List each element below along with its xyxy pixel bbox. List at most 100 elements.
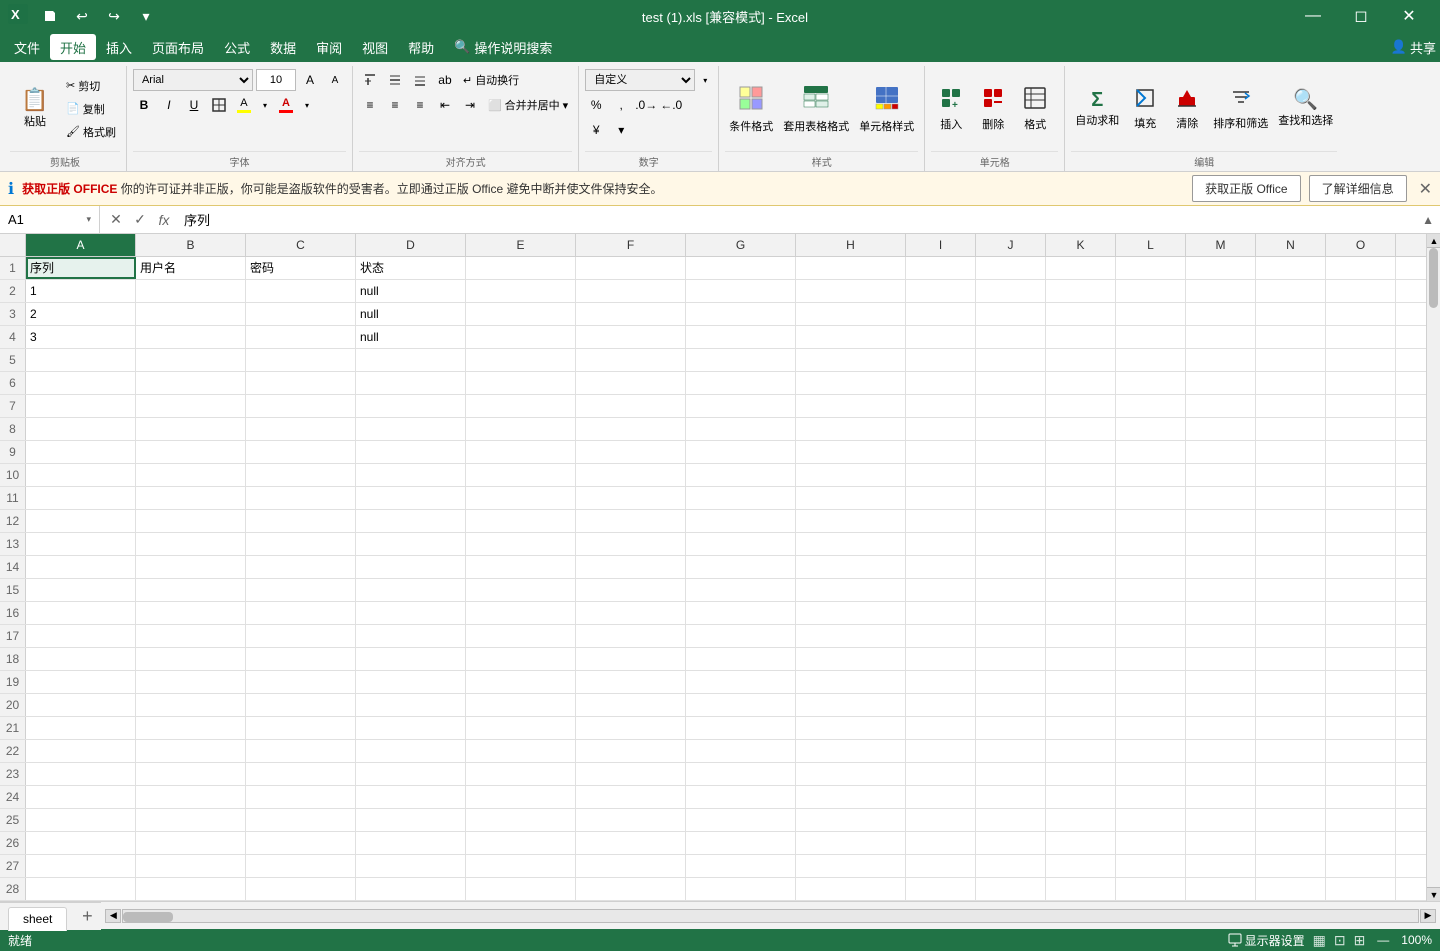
cell-M21[interactable] (1186, 717, 1256, 739)
cell-N8[interactable] (1256, 418, 1326, 440)
cell-M28[interactable] (1186, 878, 1256, 900)
cell-N15[interactable] (1256, 579, 1326, 601)
cell-D26[interactable] (356, 832, 466, 854)
cell-C10[interactable] (246, 464, 356, 486)
cell-N14[interactable] (1256, 556, 1326, 578)
cell-G14[interactable] (686, 556, 796, 578)
merge-center-btn[interactable]: ⬜ 合并并居中 ▾ (484, 94, 572, 116)
col-header-F[interactable]: F (576, 234, 686, 256)
cell-E4[interactable] (466, 326, 576, 348)
cell-A6[interactable] (26, 372, 136, 394)
cell-B9[interactable] (136, 441, 246, 463)
cell-A16[interactable] (26, 602, 136, 624)
cell-C9[interactable] (246, 441, 356, 463)
cell-M6[interactable] (1186, 372, 1256, 394)
cell-M8[interactable] (1186, 418, 1256, 440)
row-number[interactable]: 24 (0, 786, 26, 808)
wrap-text-btn[interactable]: ↵ 自动换行 (459, 69, 523, 91)
cell-G5[interactable] (686, 349, 796, 371)
cell-J13[interactable] (976, 533, 1046, 555)
row-number[interactable]: 6 (0, 372, 26, 394)
row-number[interactable]: 19 (0, 671, 26, 693)
cell-G22[interactable] (686, 740, 796, 762)
cell-ref-dropdown[interactable]: ▾ (86, 214, 91, 225)
cell-A20[interactable] (26, 694, 136, 716)
notification-close-btn[interactable]: ✕ (1419, 179, 1432, 199)
cell-H12[interactable] (796, 510, 906, 532)
cell-M27[interactable] (1186, 855, 1256, 877)
col-header-L[interactable]: L (1116, 234, 1186, 256)
minimize-btn[interactable]: — (1290, 0, 1336, 32)
cell-O9[interactable] (1326, 441, 1396, 463)
cell-I1[interactable] (906, 257, 976, 279)
row-number[interactable]: 21 (0, 717, 26, 739)
cell-I9[interactable] (906, 441, 976, 463)
row-number[interactable]: 15 (0, 579, 26, 601)
cell-M26[interactable] (1186, 832, 1256, 854)
row-number[interactable]: 28 (0, 878, 26, 900)
cell-F20[interactable] (576, 694, 686, 716)
cell-H11[interactable] (796, 487, 906, 509)
border-btn[interactable] (208, 94, 230, 116)
cell-J12[interactable] (976, 510, 1046, 532)
cell-L26[interactable] (1116, 832, 1186, 854)
cell-I7[interactable] (906, 395, 976, 417)
cell-O11[interactable] (1326, 487, 1396, 509)
cell-M11[interactable] (1186, 487, 1256, 509)
cut-btn[interactable]: ✂ 剪切 (62, 75, 120, 97)
cell-A22[interactable] (26, 740, 136, 762)
cell-M13[interactable] (1186, 533, 1256, 555)
cell-K28[interactable] (1046, 878, 1116, 900)
menu-item-help[interactable]: 帮助 (398, 34, 444, 60)
cell-F4[interactable] (576, 326, 686, 348)
cell-I4[interactable] (906, 326, 976, 348)
cell-K7[interactable] (1046, 395, 1116, 417)
cell-M22[interactable] (1186, 740, 1256, 762)
cell-B5[interactable] (136, 349, 246, 371)
cell-K14[interactable] (1046, 556, 1116, 578)
cell-B11[interactable] (136, 487, 246, 509)
cell-H3[interactable] (796, 303, 906, 325)
row-number[interactable]: 1 (0, 257, 26, 279)
cell-G1[interactable] (686, 257, 796, 279)
cell-B3[interactable] (136, 303, 246, 325)
cell-F27[interactable] (576, 855, 686, 877)
cell-L24[interactable] (1116, 786, 1186, 808)
cell-I21[interactable] (906, 717, 976, 739)
align-top-btn[interactable] (359, 69, 381, 91)
get-office-btn[interactable]: 获取正版 Office (1192, 175, 1300, 202)
cell-J11[interactable] (976, 487, 1046, 509)
cell-C20[interactable] (246, 694, 356, 716)
row-number[interactable]: 12 (0, 510, 26, 532)
cell-J7[interactable] (976, 395, 1046, 417)
clear-btn[interactable]: 清除 (1167, 79, 1207, 139)
cell-O6[interactable] (1326, 372, 1396, 394)
formula-cancel-btn[interactable]: ✕ (106, 211, 126, 228)
row-number[interactable]: 13 (0, 533, 26, 555)
cell-A27[interactable] (26, 855, 136, 877)
format-cells-btn[interactable]: 格式 (1015, 79, 1055, 139)
cell-M5[interactable] (1186, 349, 1256, 371)
cell-P14[interactable] (1396, 556, 1426, 578)
cell-C19[interactable] (246, 671, 356, 693)
cell-H24[interactable] (796, 786, 906, 808)
cell-B1[interactable]: 用户名 (136, 257, 246, 279)
cell-O16[interactable] (1326, 602, 1396, 624)
cell-G17[interactable] (686, 625, 796, 647)
fill-color-dropdown[interactable]: ▾ (258, 94, 272, 116)
cell-O8[interactable] (1326, 418, 1396, 440)
cell-I23[interactable] (906, 763, 976, 785)
italic-btn[interactable]: I (158, 94, 180, 116)
row-number[interactable]: 2 (0, 280, 26, 302)
cell-B14[interactable] (136, 556, 246, 578)
cell-G10[interactable] (686, 464, 796, 486)
cell-B27[interactable] (136, 855, 246, 877)
cell-B22[interactable] (136, 740, 246, 762)
cell-L6[interactable] (1116, 372, 1186, 394)
row-number[interactable]: 17 (0, 625, 26, 647)
cell-L7[interactable] (1116, 395, 1186, 417)
cell-K24[interactable] (1046, 786, 1116, 808)
cell-H21[interactable] (796, 717, 906, 739)
cell-K11[interactable] (1046, 487, 1116, 509)
cell-E3[interactable] (466, 303, 576, 325)
